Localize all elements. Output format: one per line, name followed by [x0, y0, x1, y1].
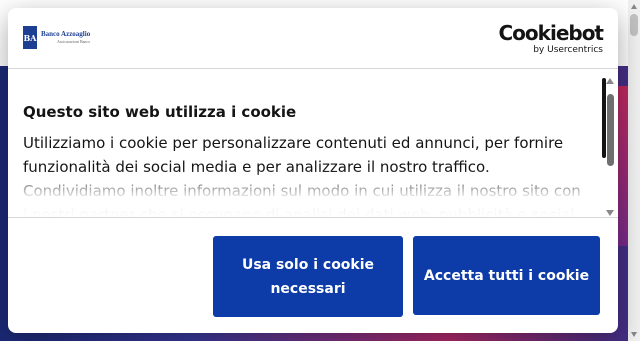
- scroll-up-arrow-icon[interactable]: [606, 78, 614, 84]
- scroll-down-arrow-icon[interactable]: [631, 332, 637, 337]
- brand-name: Banco Azzoaglio: [41, 30, 91, 38]
- cookiebot-byline: by Usercentrics: [533, 45, 603, 55]
- consent-scroll-thumb[interactable]: [607, 94, 614, 166]
- dialog-header: BA Banco Azzoaglio Assicurazioni Banco C…: [8, 8, 618, 69]
- accept-all-cookies-button[interactable]: Accetta tutti i cookie: [413, 236, 600, 315]
- page-scrollbar[interactable]: [628, 0, 640, 341]
- consent-body[interactable]: Questo sito web utilizza i cookie Utiliz…: [8, 70, 618, 218]
- dialog-footer: Usa solo i cookie necessari Accetta tutt…: [8, 219, 618, 333]
- scroll-up-arrow-icon[interactable]: [631, 4, 637, 9]
- scroll-down-arrow-icon[interactable]: [606, 210, 614, 216]
- brand-mark-icon: BA: [23, 26, 37, 49]
- necessary-cookies-button[interactable]: Usa solo i cookie necessari: [213, 236, 403, 317]
- consent-title: Questo sito web utilizza i cookie: [23, 103, 297, 121]
- brand-logo: BA Banco Azzoaglio Assicurazioni Banco: [23, 26, 90, 49]
- cookiebot-logo[interactable]: Cookiebot by Usercentrics: [499, 22, 604, 55]
- scroll-track: [602, 78, 606, 158]
- brand-subtitle: Assicurazioni Banco: [56, 39, 91, 44]
- cookiebot-wordmark: Cookiebot: [498, 21, 604, 45]
- consent-scrollbar[interactable]: [602, 74, 617, 217]
- cookie-consent-dialog: BA Banco Azzoaglio Assicurazioni Banco C…: [8, 8, 618, 333]
- page-scroll-thumb[interactable]: [630, 14, 638, 36]
- consent-description: Utilizziamo i cookie per personalizzare …: [23, 134, 581, 218]
